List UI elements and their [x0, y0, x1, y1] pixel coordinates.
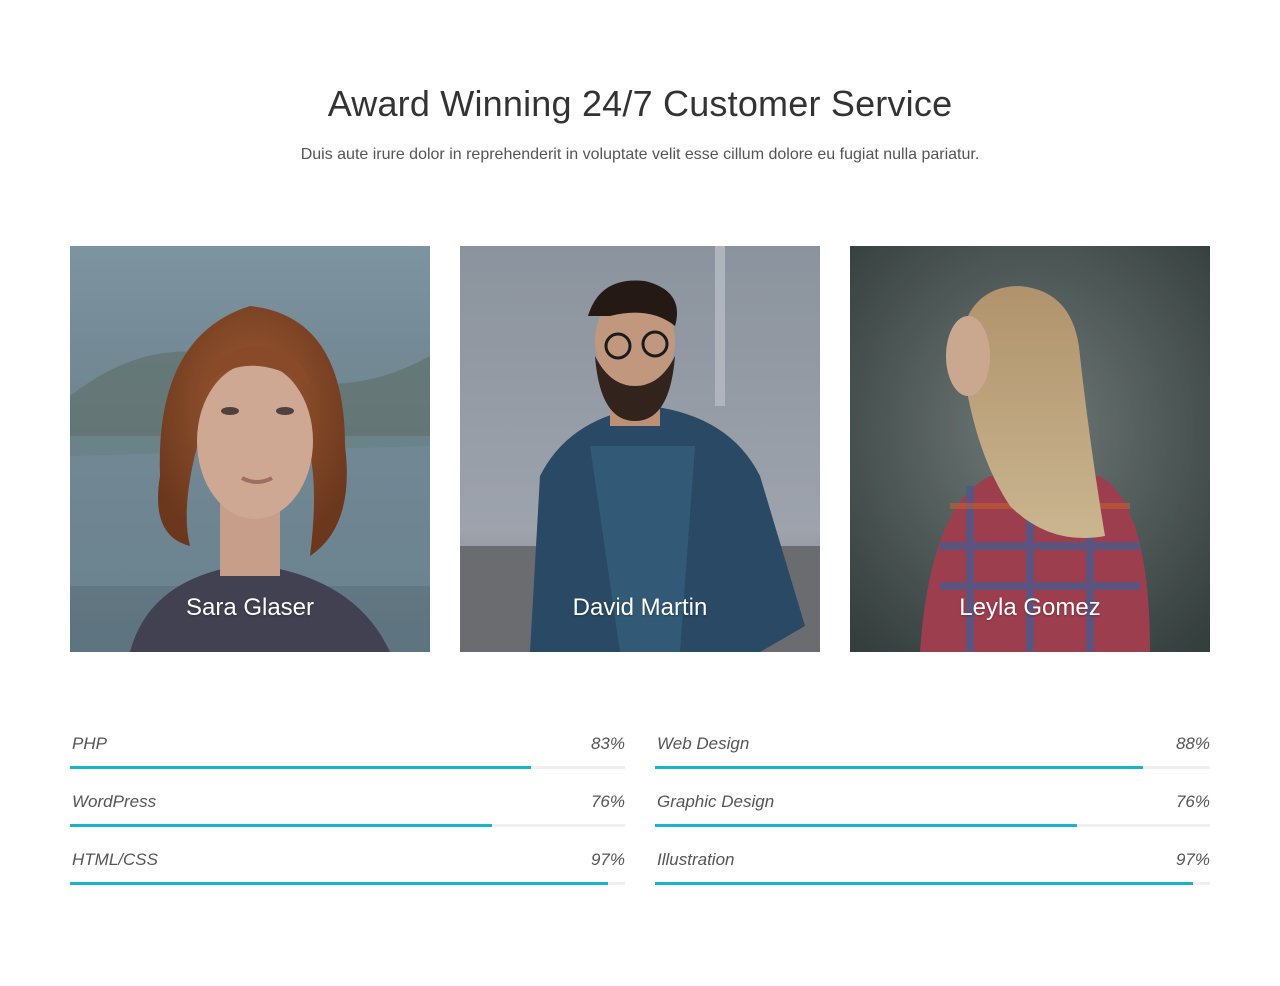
skill-percent: 97%	[1175, 850, 1210, 869]
progress-track	[655, 882, 1210, 885]
skill-php: PHP 83%	[70, 726, 625, 784]
skill-label: WordPress	[72, 792, 157, 811]
section-subtitle: Duis aute irure dolor in reprehenderit i…	[300, 146, 980, 163]
section-title: Award Winning 24/7 Customer Service	[327, 83, 953, 124]
skill-percent: 76%	[1175, 792, 1210, 811]
progress-fill	[655, 766, 1144, 769]
progress-track	[70, 824, 625, 827]
progress-track	[655, 766, 1210, 769]
photo-overlay	[850, 246, 1210, 652]
team-member-name: Leyla Gomez	[959, 594, 1101, 621]
skill-label: HTML/CSS	[72, 850, 158, 869]
progress-fill	[70, 824, 492, 827]
skill-label: Graphic Design	[657, 792, 775, 811]
skill-html-css: HTML/CSS 97%	[70, 842, 625, 900]
skill-label: Web Design	[657, 734, 750, 753]
progress-fill	[655, 824, 1077, 827]
progress-fill	[655, 882, 1194, 885]
skill-illustration: Illustration 97%	[655, 842, 1210, 900]
skill-label: PHP	[72, 734, 107, 753]
progress-fill	[70, 766, 531, 769]
team-member-name: David Martin	[572, 594, 708, 621]
progress-fill	[70, 882, 609, 885]
progress-track	[70, 882, 625, 885]
skill-percent: 83%	[590, 734, 625, 753]
team-card-sara-glaser[interactable]: Sara Glaser	[70, 246, 430, 652]
skill-percent: 76%	[590, 792, 625, 811]
progress-track	[655, 824, 1210, 827]
progress-track	[70, 766, 625, 769]
skill-label: Illustration	[657, 850, 735, 869]
team-member-name: Sara Glaser	[185, 594, 315, 621]
team-card-leyla-gomez[interactable]: Leyla Gomez	[850, 246, 1210, 652]
photo-overlay	[460, 246, 820, 652]
photo-overlay	[70, 246, 430, 652]
skill-percent: 88%	[1175, 734, 1210, 753]
team-grid: Sara Glaser David Martin Leyla Gomez	[70, 246, 1210, 652]
skill-web-design: Web Design 88%	[655, 726, 1210, 784]
team-card-david-martin[interactable]: David Martin	[460, 246, 820, 652]
skill-graphic-design: Graphic Design 76%	[655, 784, 1210, 842]
skill-percent: 97%	[590, 850, 625, 869]
skill-wordpress: WordPress 76%	[70, 784, 625, 842]
